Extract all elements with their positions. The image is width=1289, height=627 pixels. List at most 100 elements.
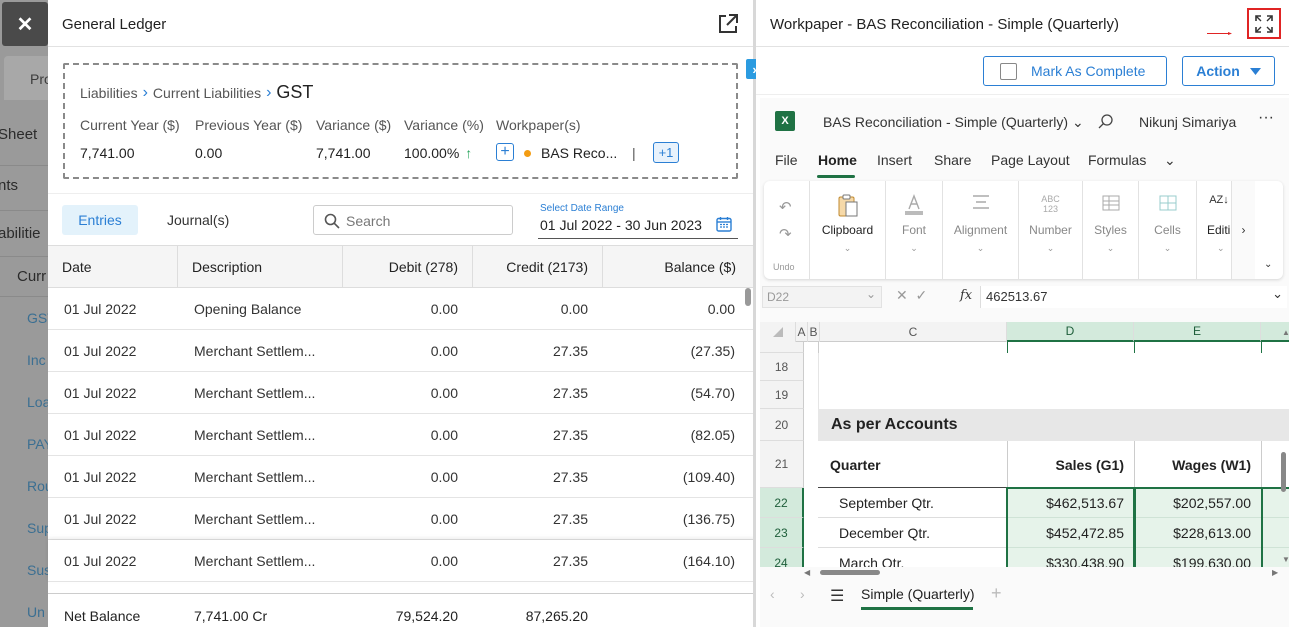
ribbon-expand-icon[interactable]: ⌄ <box>1264 259 1272 270</box>
undo-label: Undo <box>773 262 795 272</box>
menu-home[interactable]: Home <box>818 152 857 168</box>
row-header-23[interactable]: 23 <box>760 518 804 548</box>
breadcrumb-item[interactable]: Liabilities <box>80 85 138 101</box>
row-header-24[interactable]: 24 <box>760 548 804 567</box>
menu-share[interactable]: Share <box>934 152 971 168</box>
empty-cell[interactable] <box>1261 488 1289 518</box>
redo-icon[interactable]: ↷ <box>779 225 792 243</box>
menu-insert[interactable]: Insert <box>877 152 912 168</box>
ribbon-alignment[interactable]: Alignment ⌄ <box>943 181 1019 279</box>
row-description: Merchant Settlem... <box>194 552 316 569</box>
col-header-c[interactable]: C <box>820 322 1007 342</box>
menu-formulas[interactable]: Formulas <box>1088 152 1146 168</box>
tab-journals[interactable]: Journal(s) <box>167 212 229 228</box>
sheet-list-icon[interactable]: ☰ <box>830 586 844 606</box>
ribbon-clipboard-label: Clipboard <box>821 223 874 237</box>
date-range-input[interactable]: 01 Jul 2022 - 30 Jun 2023 <box>540 217 702 233</box>
mark-complete-button[interactable]: Mark As Complete <box>983 56 1167 86</box>
grid-vertical-scrollbar[interactable] <box>1281 452 1286 492</box>
previous-year-value: 0.00 <box>195 145 223 161</box>
row-header-20[interactable]: 20 <box>760 409 804 441</box>
col-credit[interactable]: Credit (2173) <box>473 246 603 288</box>
row-header-18[interactable]: 18 <box>760 353 804 381</box>
excel-doc-title[interactable]: BAS Reconciliation - Simple (Quarterly) … <box>823 114 1084 131</box>
col-header-e[interactable]: E <box>1134 322 1261 342</box>
row-header-19[interactable]: 19 <box>760 381 804 409</box>
excel-menu: File Home Insert Share Page Layout Formu… <box>760 148 1289 222</box>
spreadsheet-grid[interactable]: A B C D E 18 19 20 21 22 23 24 As per Ac… <box>760 322 1289 567</box>
add-workpaper-button[interactable]: + <box>496 143 514 161</box>
table-row[interactable]: 01 Jul 2022 Merchant Settlem... 0.00 27.35 (… <box>48 330 755 372</box>
ribbon-styles[interactable]: Styles ⌄ <box>1083 181 1139 279</box>
breadcrumb-current: GST <box>276 82 314 102</box>
excel-user-name[interactable]: Nikunj Simariya <box>1139 114 1236 130</box>
select-all-corner[interactable] <box>760 322 796 342</box>
menu-more-chevron-icon[interactable]: ⌄ <box>1164 152 1176 169</box>
row-debit: 0.00 <box>430 384 458 401</box>
ribbon-clipboard[interactable]: Clipboard ⌄ <box>810 181 886 279</box>
formula-cancel-confirm-icons[interactable]: ✕ ✓ <box>896 287 927 304</box>
align-icon <box>972 195 989 209</box>
workpaper-link[interactable]: BAS Reco... <box>541 145 617 161</box>
quarter-label-cell[interactable]: September Qtr. <box>818 488 1007 518</box>
close-button[interactable]: ✕ <box>2 2 48 46</box>
more-options-icon[interactable]: ··· <box>1258 109 1274 127</box>
col-description[interactable]: Description <box>178 246 343 288</box>
selection-border-d <box>1006 488 1136 567</box>
search-input[interactable] <box>346 211 506 231</box>
table-row[interactable]: 01 Jul 2022 Merchant Settlem... 0.00 27.35 (… <box>48 540 755 582</box>
ribbon-number[interactable]: ABC 123 Number ⌄ <box>1019 181 1083 279</box>
next-sheet-icon[interactable]: › <box>800 586 805 602</box>
header-wages: Wages (W1) <box>1172 456 1251 473</box>
table-scrollbar[interactable] <box>745 288 751 306</box>
open-external-icon[interactable] <box>717 13 739 35</box>
table-row[interactable]: 01 Jul 2022 Merchant Settlem... 0.00 27.35 (… <box>48 456 755 498</box>
checkbox-icon[interactable] <box>1000 62 1017 80</box>
sheet-tab-simple-quarterly[interactable]: Simple (Quarterly) <box>861 586 975 602</box>
search-icon[interactable] <box>1098 113 1114 129</box>
row-credit: 27.35 <box>552 552 588 569</box>
name-box[interactable]: D22 <box>762 286 882 308</box>
col-debit[interactable]: Debit (278) <box>343 246 473 288</box>
prev-sheet-icon[interactable]: ‹ <box>770 586 775 602</box>
action-dropdown-button[interactable]: Action <box>1182 56 1275 86</box>
empty-cell[interactable] <box>1261 518 1289 548</box>
ribbon-alignment-label: Alignment <box>953 223 1008 237</box>
undo-icon[interactable]: ↶ <box>779 198 792 216</box>
table-row[interactable]: 01 Jul 2022 Merchant Settlem... 0.00 27.35 (… <box>48 414 755 456</box>
row-date: 01 Jul 2022 <box>64 342 137 359</box>
tab-entries[interactable]: Entries <box>62 205 138 235</box>
ribbon-font[interactable]: Font ⌄ <box>886 181 943 279</box>
ribbon-next-icon[interactable]: › <box>1231 181 1255 279</box>
menu-file[interactable]: File <box>775 152 798 168</box>
quarter-label-cell[interactable]: December Qtr. <box>818 518 1007 548</box>
col-header-a[interactable]: A <box>796 322 808 342</box>
col-date[interactable]: Date <box>48 246 178 288</box>
table-row[interactable]: 01 Jul 2022 Opening Balance 0.00 0.00 0.00 <box>48 288 755 330</box>
previous-year-label: Previous Year ($) <box>195 117 303 133</box>
table-row[interactable]: 01 Jul 2022 Merchant Settlem... 0.00 27.35 (… <box>48 372 755 414</box>
col-header-d[interactable]: D <box>1007 322 1134 342</box>
grid-horizontal-scrollbar[interactable]: ◀ ▶ <box>804 567 1282 577</box>
styles-icon <box>1102 195 1119 211</box>
table-row[interactable]: 01 Jul 2022 Merchant Settlem... 0.00 27.35 (… <box>48 498 755 540</box>
row-header-22[interactable]: 22 <box>760 488 804 518</box>
breadcrumb-item[interactable]: Current Liabilities <box>153 85 261 101</box>
menu-page-layout[interactable]: Page Layout <box>991 152 1070 168</box>
background-app: ✕ Pro Sheet nts abilitie Curr GST Inc Lo… <box>0 0 48 627</box>
row-header-21[interactable]: 21 <box>760 441 804 488</box>
ribbon-cells[interactable]: Cells ⌄ <box>1139 181 1197 279</box>
add-sheet-icon[interactable]: + <box>991 583 1002 604</box>
row-balance: (164.10) <box>682 552 735 569</box>
more-workpapers-badge[interactable]: +1 <box>653 142 679 163</box>
ribbon-editing[interactable]: AZ↓ Editi ⌄ <box>1197 181 1231 279</box>
formula-input[interactable]: 462513.67 <box>980 286 1287 308</box>
search-field[interactable] <box>313 205 513 235</box>
row-description: Merchant Settlem... <box>194 426 316 443</box>
quarter-label-cell[interactable]: March Qtr. <box>818 548 1007 568</box>
fx-icon[interactable]: fx <box>960 288 972 303</box>
col-balance[interactable]: Balance ($) <box>603 246 750 288</box>
calendar-icon[interactable] <box>716 216 732 232</box>
fullscreen-button[interactable] <box>1247 8 1281 39</box>
col-header-b[interactable]: B <box>808 322 820 342</box>
